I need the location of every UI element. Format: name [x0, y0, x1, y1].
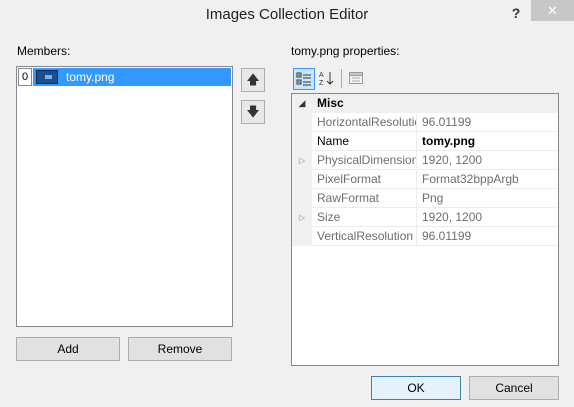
property-row[interactable]: RawFormat Png: [292, 189, 558, 208]
close-button[interactable]: ✕: [531, 0, 574, 21]
expand-triangle-icon[interactable]: ▷: [292, 208, 312, 227]
property-name: Size: [312, 208, 417, 227]
members-label: Members:: [17, 44, 71, 58]
category-row[interactable]: ◢ Misc: [292, 94, 558, 113]
property-row[interactable]: HorizontalResolution 96.01199: [292, 113, 558, 132]
image-thumbnail-icon: [36, 70, 58, 84]
property-grid[interactable]: ◢ Misc HorizontalResolution 96.01199 Name t…: [291, 93, 559, 366]
help-button[interactable]: ?: [506, 4, 526, 24]
window-title: Images Collection Editor: [205, 6, 369, 23]
move-down-button[interactable]: 🡇: [241, 100, 265, 124]
move-up-button[interactable]: 🡅: [241, 68, 265, 92]
row-gutter: [292, 170, 312, 189]
members-list[interactable]: 0 tomy.png: [16, 66, 233, 327]
alphabetical-icon: A Z: [319, 72, 334, 87]
expand-triangle-icon[interactable]: ▷: [292, 151, 312, 170]
property-value[interactable]: tomy.png: [418, 132, 556, 151]
properties-label: tomy.png properties:: [291, 44, 400, 58]
add-button[interactable]: Add: [16, 337, 120, 361]
cancel-button[interactable]: Cancel: [469, 376, 559, 400]
arrow-down-icon: 🡇: [246, 104, 260, 119]
property-name: Name: [312, 132, 417, 151]
property-name: PhysicalDimension: [312, 151, 417, 170]
toolbar-separator: [341, 69, 342, 88]
property-value: 96.01199: [422, 229, 472, 243]
property-name: PixelFormat: [312, 170, 417, 189]
categorized-button[interactable]: [293, 68, 315, 90]
property-row[interactable]: Name tomy.png: [292, 132, 558, 151]
remove-button[interactable]: Remove: [128, 337, 232, 361]
property-value: 96.01199: [422, 115, 472, 129]
property-value: Png: [422, 191, 444, 205]
title-bar: Images Collection Editor ? ✕: [0, 0, 574, 30]
svg-text:A: A: [319, 72, 324, 79]
property-name: HorizontalResolution: [312, 113, 417, 132]
property-name: RawFormat: [312, 189, 417, 208]
property-grid-toolbar: A Z: [291, 66, 381, 91]
property-row[interactable]: ▷ PhysicalDimension 1920, 1200: [292, 151, 558, 170]
member-selected-item[interactable]: tomy.png: [33, 68, 231, 86]
property-pages-button[interactable]: [345, 68, 367, 90]
arrow-up-icon: 🡅: [246, 72, 260, 87]
category-name: Misc: [317, 96, 344, 110]
property-value: 1920, 1200: [422, 153, 483, 167]
property-row[interactable]: VerticalResolution 96.01199: [292, 227, 558, 246]
member-name: tomy.png: [66, 70, 115, 84]
property-row[interactable]: PixelFormat Format32bppArgb: [292, 170, 558, 189]
property-row[interactable]: ▷ Size 1920, 1200: [292, 208, 558, 227]
row-gutter: [292, 113, 312, 132]
property-name: VerticalResolution: [312, 227, 417, 246]
row-gutter: [292, 189, 312, 208]
alphabetical-button[interactable]: A Z: [316, 68, 338, 90]
collapse-triangle-icon[interactable]: ◢: [292, 94, 312, 113]
ok-button[interactable]: OK: [371, 376, 461, 400]
member-index: 0: [18, 68, 32, 86]
property-value: 1920, 1200: [422, 210, 483, 224]
property-pages-icon: [349, 72, 363, 84]
property-value: Format32bppArgb: [422, 172, 519, 186]
row-gutter: [292, 227, 312, 246]
svg-text:Z: Z: [319, 80, 324, 86]
list-item[interactable]: 0 tomy.png: [18, 68, 231, 86]
row-gutter: [292, 132, 312, 151]
categorized-icon: [296, 72, 311, 86]
